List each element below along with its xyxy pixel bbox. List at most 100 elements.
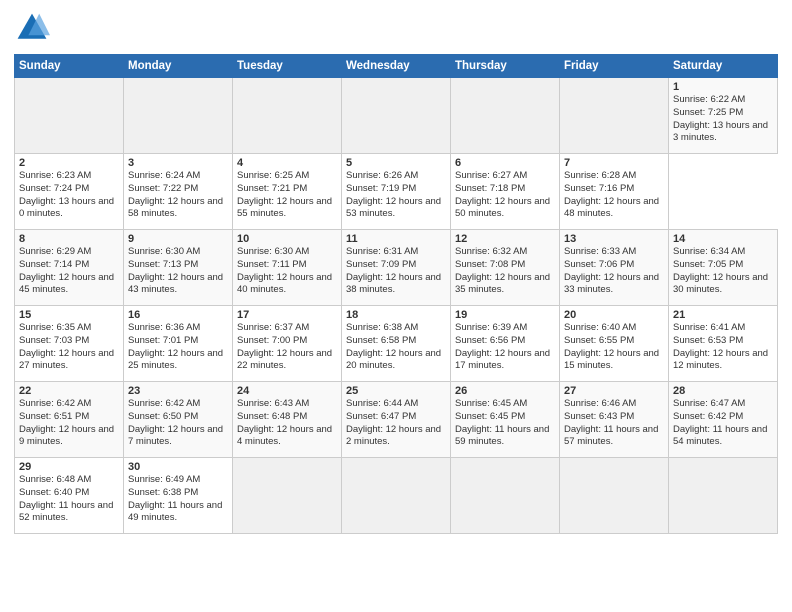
calendar-cell-day-5: 5 Sunrise: 6:26 AMSunset: 7:19 PMDayligh… — [342, 154, 451, 230]
logo-icon — [14, 10, 50, 46]
calendar-cell-day-21: 21 Sunrise: 6:41 AMSunset: 6:53 PMDaylig… — [669, 306, 778, 382]
calendar-cell-day-19: 19 Sunrise: 6:39 AMSunset: 6:56 PMDaylig… — [451, 306, 560, 382]
calendar-cell-day-23: 23 Sunrise: 6:42 AMSunset: 6:50 PMDaylig… — [124, 382, 233, 458]
day-header-sunday: Sunday — [15, 55, 124, 78]
cell-content: Sunrise: 6:45 AMSunset: 6:45 PMDaylight:… — [455, 398, 549, 447]
cell-content: Sunrise: 6:41 AMSunset: 6:53 PMDaylight:… — [673, 322, 768, 371]
cell-content: Sunrise: 6:36 AMSunset: 7:01 PMDaylight:… — [128, 322, 223, 371]
day-number: 1 — [673, 81, 773, 93]
calendar-cell-day-26: 26 Sunrise: 6:45 AMSunset: 6:45 PMDaylig… — [451, 382, 560, 458]
cell-content: Sunrise: 6:37 AMSunset: 7:00 PMDaylight:… — [237, 322, 332, 371]
calendar-cell-day-9: 9 Sunrise: 6:30 AMSunset: 7:13 PMDayligh… — [124, 230, 233, 306]
day-number: 29 — [19, 461, 119, 473]
calendar-cell-day-10: 10 Sunrise: 6:30 AMSunset: 7:11 PMDaylig… — [233, 230, 342, 306]
day-header-monday: Monday — [124, 55, 233, 78]
day-number: 20 — [564, 309, 664, 321]
calendar-cell-day-18: 18 Sunrise: 6:38 AMSunset: 6:58 PMDaylig… — [342, 306, 451, 382]
day-header-friday: Friday — [560, 55, 669, 78]
day-number: 8 — [19, 233, 119, 245]
cell-content: Sunrise: 6:42 AMSunset: 6:51 PMDaylight:… — [19, 398, 114, 447]
calendar-cell-day-15: 15 Sunrise: 6:35 AMSunset: 7:03 PMDaylig… — [15, 306, 124, 382]
cell-content: Sunrise: 6:28 AMSunset: 7:16 PMDaylight:… — [564, 170, 659, 219]
day-number: 5 — [346, 157, 446, 169]
empty-cell — [233, 458, 342, 534]
day-number: 27 — [564, 385, 664, 397]
cell-content: Sunrise: 6:24 AMSunset: 7:22 PMDaylight:… — [128, 170, 223, 219]
cell-content: Sunrise: 6:34 AMSunset: 7:05 PMDaylight:… — [673, 246, 768, 295]
day-number: 7 — [564, 157, 664, 169]
calendar-cell-day-27: 27 Sunrise: 6:46 AMSunset: 6:43 PMDaylig… — [560, 382, 669, 458]
calendar-cell-day-24: 24 Sunrise: 6:43 AMSunset: 6:48 PMDaylig… — [233, 382, 342, 458]
cell-content: Sunrise: 6:30 AMSunset: 7:13 PMDaylight:… — [128, 246, 223, 295]
calendar-cell-day-14: 14 Sunrise: 6:34 AMSunset: 7:05 PMDaylig… — [669, 230, 778, 306]
empty-cell — [560, 458, 669, 534]
day-number: 9 — [128, 233, 228, 245]
day-number: 10 — [237, 233, 337, 245]
calendar-cell-day-28: 28 Sunrise: 6:47 AMSunset: 6:42 PMDaylig… — [669, 382, 778, 458]
calendar-cell-day-13: 13 Sunrise: 6:33 AMSunset: 7:06 PMDaylig… — [560, 230, 669, 306]
calendar-cell-day-7: 7 Sunrise: 6:28 AMSunset: 7:16 PMDayligh… — [560, 154, 669, 230]
cell-content: Sunrise: 6:47 AMSunset: 6:42 PMDaylight:… — [673, 398, 767, 447]
day-number: 2 — [19, 157, 119, 169]
cell-content: Sunrise: 6:49 AMSunset: 6:38 PMDaylight:… — [128, 474, 222, 523]
calendar-cell-day-12: 12 Sunrise: 6:32 AMSunset: 7:08 PMDaylig… — [451, 230, 560, 306]
empty-cell — [15, 78, 124, 154]
day-header-wednesday: Wednesday — [342, 55, 451, 78]
day-number: 17 — [237, 309, 337, 321]
day-number: 26 — [455, 385, 555, 397]
cell-content: Sunrise: 6:40 AMSunset: 6:55 PMDaylight:… — [564, 322, 659, 371]
cell-content: Sunrise: 6:22 AMSunset: 7:25 PMDaylight:… — [673, 94, 768, 143]
calendar-cell-day-2: 2 Sunrise: 6:23 AMSunset: 7:24 PMDayligh… — [15, 154, 124, 230]
calendar-table: SundayMondayTuesdayWednesdayThursdayFrid… — [14, 54, 778, 534]
cell-content: Sunrise: 6:23 AMSunset: 7:24 PMDaylight:… — [19, 170, 114, 219]
empty-cell — [342, 78, 451, 154]
cell-content: Sunrise: 6:42 AMSunset: 6:50 PMDaylight:… — [128, 398, 223, 447]
calendar-cell-day-11: 11 Sunrise: 6:31 AMSunset: 7:09 PMDaylig… — [342, 230, 451, 306]
logo — [14, 10, 54, 46]
day-number: 13 — [564, 233, 664, 245]
empty-cell — [560, 78, 669, 154]
calendar-cell-day-17: 17 Sunrise: 6:37 AMSunset: 7:00 PMDaylig… — [233, 306, 342, 382]
day-header-saturday: Saturday — [669, 55, 778, 78]
day-header-thursday: Thursday — [451, 55, 560, 78]
cell-content: Sunrise: 6:35 AMSunset: 7:03 PMDaylight:… — [19, 322, 114, 371]
day-number: 19 — [455, 309, 555, 321]
calendar-cell-day-4: 4 Sunrise: 6:25 AMSunset: 7:21 PMDayligh… — [233, 154, 342, 230]
empty-cell — [669, 458, 778, 534]
cell-content: Sunrise: 6:32 AMSunset: 7:08 PMDaylight:… — [455, 246, 550, 295]
day-number: 16 — [128, 309, 228, 321]
calendar-cell-day-6: 6 Sunrise: 6:27 AMSunset: 7:18 PMDayligh… — [451, 154, 560, 230]
calendar-cell-day-8: 8 Sunrise: 6:29 AMSunset: 7:14 PMDayligh… — [15, 230, 124, 306]
cell-content: Sunrise: 6:26 AMSunset: 7:19 PMDaylight:… — [346, 170, 441, 219]
day-number: 23 — [128, 385, 228, 397]
cell-content: Sunrise: 6:33 AMSunset: 7:06 PMDaylight:… — [564, 246, 659, 295]
calendar-cell-day-25: 25 Sunrise: 6:44 AMSunset: 6:47 PMDaylig… — [342, 382, 451, 458]
cell-content: Sunrise: 6:39 AMSunset: 6:56 PMDaylight:… — [455, 322, 550, 371]
cell-content: Sunrise: 6:25 AMSunset: 7:21 PMDaylight:… — [237, 170, 332, 219]
calendar-cell-day-1: 1 Sunrise: 6:22 AMSunset: 7:25 PMDayligh… — [669, 78, 778, 154]
calendar-cell-day-30: 30 Sunrise: 6:49 AMSunset: 6:38 PMDaylig… — [124, 458, 233, 534]
day-number: 28 — [673, 385, 773, 397]
day-number: 15 — [19, 309, 119, 321]
cell-content: Sunrise: 6:38 AMSunset: 6:58 PMDaylight:… — [346, 322, 441, 371]
calendar-cell-day-20: 20 Sunrise: 6:40 AMSunset: 6:55 PMDaylig… — [560, 306, 669, 382]
calendar-cell-day-16: 16 Sunrise: 6:36 AMSunset: 7:01 PMDaylig… — [124, 306, 233, 382]
day-number: 14 — [673, 233, 773, 245]
day-number: 21 — [673, 309, 773, 321]
empty-cell — [233, 78, 342, 154]
cell-content: Sunrise: 6:48 AMSunset: 6:40 PMDaylight:… — [19, 474, 113, 523]
empty-cell — [124, 78, 233, 154]
cell-content: Sunrise: 6:30 AMSunset: 7:11 PMDaylight:… — [237, 246, 332, 295]
day-number: 4 — [237, 157, 337, 169]
calendar-cell-day-3: 3 Sunrise: 6:24 AMSunset: 7:22 PMDayligh… — [124, 154, 233, 230]
day-number: 30 — [128, 461, 228, 473]
cell-content: Sunrise: 6:43 AMSunset: 6:48 PMDaylight:… — [237, 398, 332, 447]
day-number: 18 — [346, 309, 446, 321]
day-number: 12 — [455, 233, 555, 245]
day-number: 24 — [237, 385, 337, 397]
calendar-cell-day-29: 29 Sunrise: 6:48 AMSunset: 6:40 PMDaylig… — [15, 458, 124, 534]
empty-cell — [451, 78, 560, 154]
day-number: 3 — [128, 157, 228, 169]
day-number: 25 — [346, 385, 446, 397]
empty-cell — [342, 458, 451, 534]
